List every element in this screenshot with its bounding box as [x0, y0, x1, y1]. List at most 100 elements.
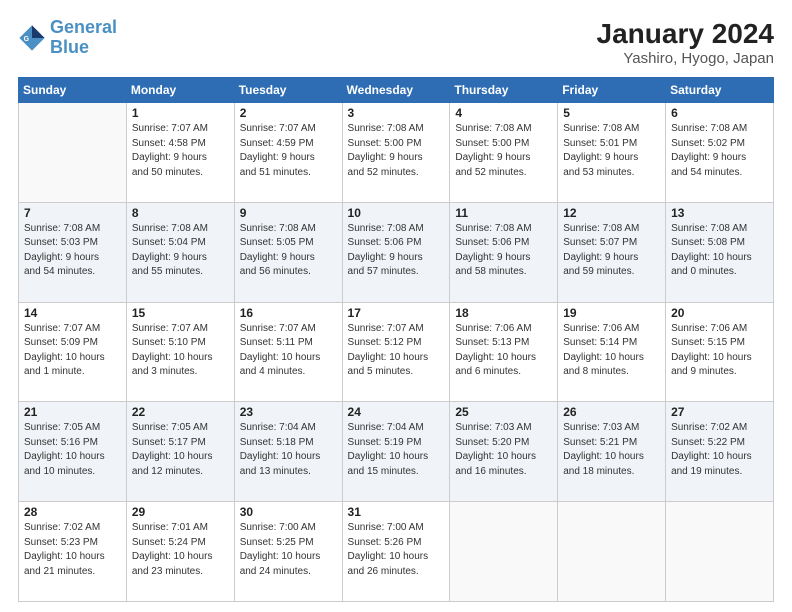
calendar-day-cell: 1 Sunrise: 7:07 AM Sunset: 4:58 PM Daylig… — [126, 103, 234, 203]
weekday-header: Sunday — [19, 78, 127, 103]
day-number: 16 — [240, 306, 337, 320]
calendar-day-cell: 13Sunrise: 7:08 AM Sunset: 5:08 PM Dayli… — [666, 202, 774, 302]
calendar-day-cell: 8Sunrise: 7:08 AM Sunset: 5:04 PM Daylig… — [126, 202, 234, 302]
calendar-week-row: 14 Sunrise: 7:07 AM Sunset: 5:09 PM Dayli… — [19, 302, 774, 402]
calendar-day-cell: 6Sunrise: 7:08 AM Sunset: 5:02 PM Daylig… — [666, 103, 774, 203]
calendar-week-row: 21Sunrise: 7:05 AM Sunset: 5:16 PM Dayli… — [19, 402, 774, 502]
day-info: Sunrise: 7:08 AM Sunset: 5:06 PM Dayligh… — [455, 222, 552, 280]
calendar-day-cell: 27 Sunrise: 7:02 AM Sunset: 5:22 PM Dayli… — [666, 402, 774, 502]
day-number: 19 — [563, 306, 660, 320]
calendar-day-cell: 16 Sunrise: 7:07 AM Sunset: 5:11 PM Dayli… — [234, 302, 342, 402]
calendar-day-cell: 10 Sunrise: 7:08 AM Sunset: 5:06 PM Dayli… — [342, 202, 450, 302]
calendar-day-cell: 29 Sunrise: 7:01 AM Sunset: 5:24 PM Dayli… — [126, 502, 234, 602]
calendar-header-row: SundayMondayTuesdayWednesdayThursdayFrid… — [19, 78, 774, 103]
calendar-day-cell: 22Sunrise: 7:05 AM Sunset: 5:17 PM Dayli… — [126, 402, 234, 502]
day-number: 26 — [563, 405, 660, 419]
calendar-day-cell: 17 Sunrise: 7:07 AM Sunset: 5:12 PM Dayli… — [342, 302, 450, 402]
day-number: 7 — [24, 206, 121, 220]
day-info: Sunrise: 7:02 AM Sunset: 5:23 PM Dayligh… — [24, 521, 121, 579]
page: G General Blue January 2024 Yashiro, Hyo… — [0, 0, 792, 612]
day-number: 31 — [348, 505, 445, 519]
day-number: 5 — [563, 106, 660, 120]
calendar-day-cell: 3Sunrise: 7:08 AM Sunset: 5:00 PM Daylig… — [342, 103, 450, 203]
day-number: 30 — [240, 505, 337, 519]
day-number: 27 — [671, 405, 768, 419]
day-number: 15 — [132, 306, 229, 320]
calendar-table: SundayMondayTuesdayWednesdayThursdayFrid… — [18, 77, 774, 602]
page-subtitle: Yashiro, Hyogo, Japan — [597, 50, 774, 67]
calendar-day-cell: 20Sunrise: 7:06 AM Sunset: 5:15 PM Dayli… — [666, 302, 774, 402]
day-info: Sunrise: 7:06 AM Sunset: 5:15 PM Dayligh… — [671, 322, 768, 380]
calendar-week-row: 28Sunrise: 7:02 AM Sunset: 5:23 PM Dayli… — [19, 502, 774, 602]
day-info: Sunrise: 7:00 AM Sunset: 5:26 PM Dayligh… — [348, 521, 445, 579]
day-info: Sunrise: 7:07 AM Sunset: 5:12 PM Dayligh… — [348, 322, 445, 380]
day-info: Sunrise: 7:02 AM Sunset: 5:22 PM Dayligh… — [671, 421, 768, 479]
calendar-day-cell — [558, 502, 666, 602]
logo-text: General Blue — [50, 18, 117, 58]
calendar-day-cell: 24 Sunrise: 7:04 AM Sunset: 5:19 PM Dayli… — [342, 402, 450, 502]
page-title: January 2024 — [597, 18, 774, 50]
day-info: Sunrise: 7:08 AM Sunset: 5:06 PM Dayligh… — [348, 222, 445, 280]
calendar-week-row: 7 Sunrise: 7:08 AM Sunset: 5:03 PM Daylig… — [19, 202, 774, 302]
day-number: 11 — [455, 206, 552, 220]
day-info: Sunrise: 7:03 AM Sunset: 5:20 PM Dayligh… — [455, 421, 552, 479]
day-number: 8 — [132, 206, 229, 220]
day-info: Sunrise: 7:07 AM Sunset: 5:11 PM Dayligh… — [240, 322, 337, 380]
calendar-day-cell: 7 Sunrise: 7:08 AM Sunset: 5:03 PM Daylig… — [19, 202, 127, 302]
day-info: Sunrise: 7:03 AM Sunset: 5:21 PM Dayligh… — [563, 421, 660, 479]
calendar-day-cell: 21Sunrise: 7:05 AM Sunset: 5:16 PM Dayli… — [19, 402, 127, 502]
header: G General Blue January 2024 Yashiro, Hyo… — [18, 18, 774, 67]
calendar-day-cell: 19 Sunrise: 7:06 AM Sunset: 5:14 PM Dayli… — [558, 302, 666, 402]
weekday-header: Friday — [558, 78, 666, 103]
day-number: 22 — [132, 405, 229, 419]
day-number: 18 — [455, 306, 552, 320]
day-info: Sunrise: 7:08 AM Sunset: 5:02 PM Dayligh… — [671, 122, 768, 180]
logo: G General Blue — [18, 18, 117, 58]
day-number: 17 — [348, 306, 445, 320]
day-info: Sunrise: 7:07 AM Sunset: 4:58 PM Dayligh… — [132, 122, 229, 180]
day-info: Sunrise: 7:08 AM Sunset: 5:01 PM Dayligh… — [563, 122, 660, 180]
day-info: Sunrise: 7:07 AM Sunset: 5:10 PM Dayligh… — [132, 322, 229, 380]
calendar-day-cell: 25 Sunrise: 7:03 AM Sunset: 5:20 PM Dayli… — [450, 402, 558, 502]
day-info: Sunrise: 7:07 AM Sunset: 5:09 PM Dayligh… — [24, 322, 121, 380]
day-number: 13 — [671, 206, 768, 220]
calendar-day-cell: 30Sunrise: 7:00 AM Sunset: 5:25 PM Dayli… — [234, 502, 342, 602]
weekday-header: Thursday — [450, 78, 558, 103]
day-info: Sunrise: 7:08 AM Sunset: 5:03 PM Dayligh… — [24, 222, 121, 280]
day-number: 29 — [132, 505, 229, 519]
day-number: 12 — [563, 206, 660, 220]
calendar-day-cell: 9Sunrise: 7:08 AM Sunset: 5:05 PM Daylig… — [234, 202, 342, 302]
logo-icon: G — [18, 24, 46, 52]
weekday-header: Tuesday — [234, 78, 342, 103]
calendar-day-cell: 2 Sunrise: 7:07 AM Sunset: 4:59 PM Daylig… — [234, 103, 342, 203]
calendar-day-cell — [666, 502, 774, 602]
calendar-day-cell: 26 Sunrise: 7:03 AM Sunset: 5:21 PM Dayli… — [558, 402, 666, 502]
calendar-day-cell: 4 Sunrise: 7:08 AM Sunset: 5:00 PM Daylig… — [450, 103, 558, 203]
day-number: 10 — [348, 206, 445, 220]
calendar-day-cell — [450, 502, 558, 602]
day-number: 4 — [455, 106, 552, 120]
day-number: 25 — [455, 405, 552, 419]
weekday-header: Monday — [126, 78, 234, 103]
day-info: Sunrise: 7:04 AM Sunset: 5:19 PM Dayligh… — [348, 421, 445, 479]
calendar-day-cell: 5 Sunrise: 7:08 AM Sunset: 5:01 PM Daylig… — [558, 103, 666, 203]
day-info: Sunrise: 7:06 AM Sunset: 5:14 PM Dayligh… — [563, 322, 660, 380]
calendar-day-cell: 14 Sunrise: 7:07 AM Sunset: 5:09 PM Dayli… — [19, 302, 127, 402]
title-block: January 2024 Yashiro, Hyogo, Japan — [597, 18, 774, 67]
day-info: Sunrise: 7:08 AM Sunset: 5:00 PM Dayligh… — [455, 122, 552, 180]
calendar-day-cell — [19, 103, 127, 203]
day-number: 2 — [240, 106, 337, 120]
day-info: Sunrise: 7:06 AM Sunset: 5:13 PM Dayligh… — [455, 322, 552, 380]
svg-text:G: G — [24, 36, 30, 43]
day-info: Sunrise: 7:01 AM Sunset: 5:24 PM Dayligh… — [132, 521, 229, 579]
day-info: Sunrise: 7:08 AM Sunset: 5:05 PM Dayligh… — [240, 222, 337, 280]
day-info: Sunrise: 7:08 AM Sunset: 5:00 PM Dayligh… — [348, 122, 445, 180]
calendar-day-cell: 12 Sunrise: 7:08 AM Sunset: 5:07 PM Dayli… — [558, 202, 666, 302]
calendar-day-cell: 11 Sunrise: 7:08 AM Sunset: 5:06 PM Dayli… — [450, 202, 558, 302]
day-number: 1 — [132, 106, 229, 120]
weekday-header: Saturday — [666, 78, 774, 103]
day-info: Sunrise: 7:08 AM Sunset: 5:07 PM Dayligh… — [563, 222, 660, 280]
day-number: 14 — [24, 306, 121, 320]
day-number: 24 — [348, 405, 445, 419]
day-info: Sunrise: 7:07 AM Sunset: 4:59 PM Dayligh… — [240, 122, 337, 180]
